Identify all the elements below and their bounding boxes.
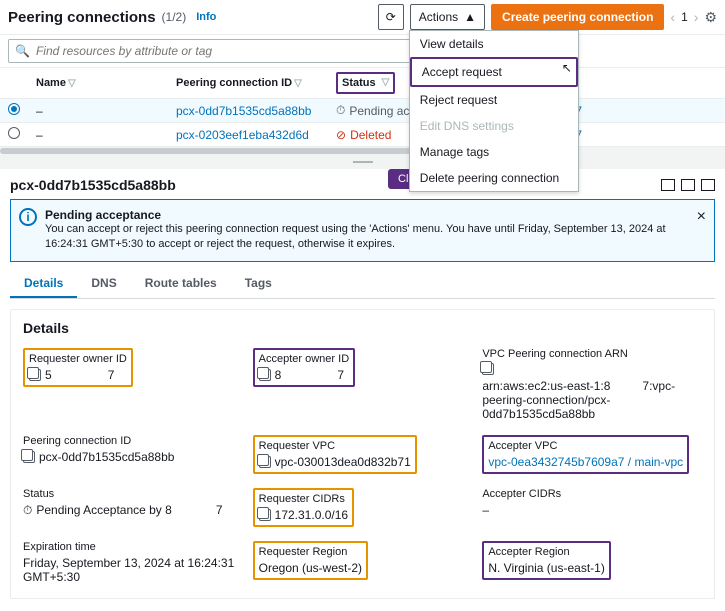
create-peering-button[interactable]: Create peering connection bbox=[491, 4, 664, 30]
clock-icon: ⏱ bbox=[336, 103, 345, 118]
search-row: 🔍 bbox=[0, 35, 725, 67]
layout-icon-1[interactable] bbox=[661, 179, 675, 191]
copy-icon[interactable] bbox=[259, 509, 271, 521]
field-pcid: Peering connection ID pcx-0dd7b1535cd5a8… bbox=[23, 435, 243, 464]
field-requester-region: Requester Region Oregon (us-west-2) bbox=[253, 541, 473, 580]
table-wrapper: Name▽ Peering connection ID▽ Status▽ Acc… bbox=[0, 67, 725, 155]
field-requester-cidrs: Requester CIDRs 172.31.0.0/16 bbox=[253, 488, 473, 527]
col-pcid[interactable]: Peering connection ID bbox=[176, 77, 292, 89]
pager-prev-icon[interactable]: ‹ bbox=[670, 9, 675, 25]
clock-icon: ⏱ bbox=[23, 503, 32, 518]
tab-tags[interactable]: Tags bbox=[231, 270, 286, 298]
gear-icon[interactable]: ⚙ bbox=[704, 9, 717, 26]
tab-dns[interactable]: DNS bbox=[77, 270, 130, 298]
alert-close-button[interactable]: × bbox=[697, 208, 706, 226]
pager: ‹ 1 › bbox=[670, 9, 698, 25]
cursor-icon: ↖ bbox=[562, 61, 572, 75]
row-name: – bbox=[28, 99, 168, 123]
alert-body: You can accept or reject this peering co… bbox=[45, 222, 688, 253]
tab-route-tables[interactable]: Route tables bbox=[131, 270, 231, 298]
actions-button[interactable]: Actions ▲ bbox=[410, 4, 485, 30]
copy-icon[interactable] bbox=[259, 456, 271, 468]
refresh-button[interactable]: ⟳ bbox=[378, 4, 404, 30]
row-radio[interactable] bbox=[8, 103, 20, 115]
field-requester-owner: Requester owner ID 57 bbox=[23, 348, 243, 387]
dropdown-edit-dns: Edit DNS settings bbox=[410, 113, 578, 139]
info-icon: i bbox=[19, 208, 37, 226]
table-row[interactable]: – pcx-0dd7b1535cd5a88bb ⏱Pending accepta… bbox=[0, 99, 725, 123]
refresh-icon: ⟳ bbox=[386, 10, 396, 24]
field-accepter-owner: Accepter owner ID 87 bbox=[253, 348, 473, 387]
horizontal-scrollbar[interactable] bbox=[0, 147, 725, 155]
dropdown-delete[interactable]: Delete peering connection bbox=[410, 165, 578, 191]
pager-next-icon[interactable]: › bbox=[694, 9, 699, 25]
table-header-row: Name▽ Peering connection ID▽ Status▽ Acc… bbox=[0, 68, 725, 99]
copy-icon[interactable] bbox=[259, 369, 271, 381]
dropdown-reject-request[interactable]: Reject request bbox=[410, 87, 578, 113]
detail-pane: pcx-0dd7b1535cd5a88bb i Pending acceptan… bbox=[0, 169, 725, 611]
actions-dropdown: View details Accept request ↖ Reject req… bbox=[409, 30, 579, 192]
copy-icon[interactable] bbox=[482, 363, 494, 375]
copy-icon[interactable] bbox=[23, 451, 35, 463]
actions-label: Actions bbox=[419, 10, 458, 24]
card-title: Details bbox=[23, 320, 702, 336]
field-requester-vpc: Requester VPC vpc-030013dea0d832b71 bbox=[253, 435, 473, 474]
layout-icon-2[interactable] bbox=[681, 179, 695, 191]
pending-alert: i Pending acceptance You can accept or r… bbox=[10, 199, 715, 262]
details-card: Details Requester owner ID 57 Accepter o… bbox=[10, 309, 715, 599]
page-header: Peering connections (1/2) Info ⟳ Actions… bbox=[0, 0, 725, 35]
sort-icon[interactable]: ▽ bbox=[382, 77, 390, 89]
chevron-up-icon: ▲ bbox=[464, 10, 476, 24]
dropdown-manage-tags[interactable]: Manage tags bbox=[410, 139, 578, 165]
field-expiration: Expiration time Friday, September 13, 20… bbox=[23, 541, 243, 584]
field-accepter-cidrs: Accepter CIDRs – bbox=[482, 488, 702, 517]
layout-icon-3[interactable] bbox=[701, 179, 715, 191]
col-name[interactable]: Name bbox=[36, 77, 66, 89]
row-name: – bbox=[28, 123, 168, 147]
field-arn: VPC Peering connection ARN arn:aws:ec2:u… bbox=[482, 348, 702, 421]
page-count: (1/2) bbox=[162, 10, 187, 24]
detail-title: pcx-0dd7b1535cd5a88bb bbox=[10, 177, 176, 193]
row-radio[interactable] bbox=[8, 127, 20, 139]
col-status[interactable]: Status bbox=[342, 77, 376, 89]
field-accepter-vpc: Accepter VPC vpc-0ea3432745b7609a7 / mai… bbox=[482, 435, 702, 474]
copy-icon[interactable] bbox=[29, 369, 41, 381]
actions-menu-wrapper: Actions ▲ View details Accept request ↖ … bbox=[410, 4, 485, 30]
field-accepter-region: Accepter Region N. Virginia (us-east-1) bbox=[482, 541, 702, 580]
row-pcid-link[interactable]: pcx-0dd7b1535cd5a88bb bbox=[176, 104, 311, 118]
split-handle[interactable] bbox=[0, 155, 725, 169]
pager-page: 1 bbox=[681, 10, 688, 24]
info-link[interactable]: Info bbox=[196, 11, 216, 23]
table-row[interactable]: – pcx-0203eef1eba432d6d ⊘Deleted vpc-0ea… bbox=[0, 123, 725, 147]
detail-tabs: Details DNS Route tables Tags bbox=[10, 270, 715, 299]
search-icon: 🔍 bbox=[15, 44, 30, 58]
deleted-icon: ⊘ bbox=[336, 128, 346, 142]
field-status: Status ⏱Pending Acceptance by 87 bbox=[23, 488, 243, 518]
dropdown-accept-request[interactable]: Accept request bbox=[410, 57, 578, 87]
sort-icon[interactable]: ▽ bbox=[294, 78, 302, 89]
peering-table: Name▽ Peering connection ID▽ Status▽ Acc… bbox=[0, 67, 725, 147]
search-input[interactable] bbox=[36, 44, 411, 58]
row-pcid-link[interactable]: pcx-0203eef1eba432d6d bbox=[176, 128, 309, 142]
sort-icon[interactable]: ▽ bbox=[68, 78, 76, 89]
tab-details[interactable]: Details bbox=[10, 270, 77, 298]
page-title: Peering connections bbox=[8, 9, 156, 26]
dropdown-view-details[interactable]: View details bbox=[410, 31, 578, 57]
search-box[interactable]: 🔍 bbox=[8, 39, 418, 63]
alert-title: Pending acceptance bbox=[45, 208, 688, 222]
